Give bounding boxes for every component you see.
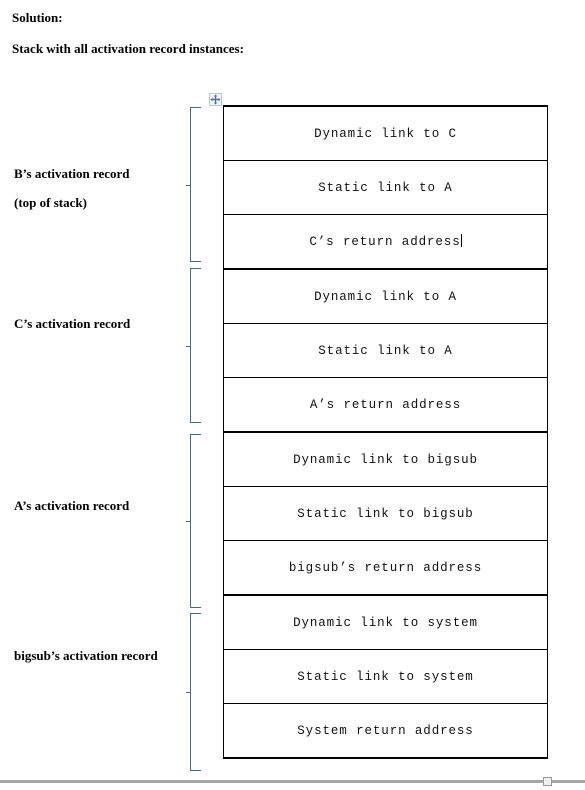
group-label-b-main: B’s activation record: [14, 166, 130, 181]
bracket-nub: [186, 692, 191, 693]
bracket-group-0: [186, 107, 201, 262]
resize-handle-icon[interactable]: [543, 777, 552, 786]
table-row[interactable]: Dynamic link to system: [223, 594, 548, 650]
group-label-bigsub-main: bigsub’s activation record: [14, 648, 158, 663]
table-row[interactable]: Dynamic link to A: [223, 268, 548, 324]
stack-cell[interactable]: Dynamic link to bigsub: [223, 431, 548, 487]
stack-cell-text: Static link to A: [318, 180, 453, 195]
group-label-c-main: C’s activation record: [14, 316, 131, 331]
table-row[interactable]: C’s return address: [223, 214, 548, 270]
bracket-nub: [186, 184, 191, 186]
group-label-bigsub: bigsub’s activation record: [14, 648, 158, 664]
table-row[interactable]: A’s return address: [223, 377, 548, 433]
stack-cell-text: Dynamic link to system: [293, 615, 478, 630]
stack-cell-text: System return address: [297, 723, 474, 738]
stack-cell-text: A’s return address: [309, 397, 462, 412]
group-label-c: C’s activation record: [14, 316, 130, 332]
table-row[interactable]: Dynamic link to bigsub: [223, 431, 548, 487]
stack-cell-text: Dynamic link to C: [314, 126, 457, 141]
group-label-a: A’s activation record: [14, 498, 129, 514]
stack-caption: Stack with all activation record instanc…: [12, 41, 244, 56]
page-bottom-rule: [0, 780, 585, 783]
bracket-nub: [186, 521, 191, 522]
stack-cell-text: Static link to bigsub: [297, 506, 474, 521]
solution-heading: Solution:: [12, 10, 63, 25]
stack-cell-text: Dynamic link to A: [314, 289, 457, 304]
stack-cell[interactable]: Dynamic link to A: [223, 268, 548, 324]
stack-cell[interactable]: Static link to bigsub: [223, 486, 548, 541]
stack-table-body: Dynamic link to C Static link to A C’s r…: [223, 105, 548, 759]
table-row[interactable]: Static link to A: [223, 160, 548, 215]
group-label-b: B’s activation record (top of stack): [14, 166, 130, 211]
stack-cell-text: Static link to system: [297, 669, 474, 684]
stack-cell[interactable]: Dynamic link to system: [223, 594, 548, 650]
stack-cell[interactable]: bigsub’s return address: [223, 540, 548, 596]
stack-cell[interactable]: Static link to A: [223, 160, 548, 215]
stack-cell-text: Dynamic link to bigsub: [293, 452, 478, 467]
activation-record-stack-table: Dynamic link to C Static link to A C’s r…: [223, 105, 548, 759]
stack-cell[interactable]: C’s return address: [223, 214, 548, 270]
bracket-group-2: [186, 434, 201, 608]
bracket-group-1: [186, 268, 201, 423]
text-cursor-caret: [460, 234, 462, 247]
table-row[interactable]: Dynamic link to C: [223, 105, 548, 161]
table-row[interactable]: Static link to bigsub: [223, 486, 548, 541]
stack-cell-text: bigsub’s return address: [288, 560, 483, 575]
stack-cell[interactable]: Static link to system: [223, 649, 548, 704]
stack-cell[interactable]: Static link to A: [223, 323, 548, 378]
table-move-handle-icon[interactable]: [209, 93, 222, 106]
table-row[interactable]: Static link to A: [223, 323, 548, 378]
bracket-nub: [186, 345, 191, 347]
table-row[interactable]: bigsub’s return address: [223, 540, 548, 596]
group-label-a-main: A’s activation record: [14, 498, 130, 513]
bracket-group-3: [186, 613, 201, 771]
table-row[interactable]: Static link to system: [223, 649, 548, 704]
table-row[interactable]: System return address: [223, 703, 548, 759]
stack-cell[interactable]: Dynamic link to C: [223, 105, 548, 161]
stack-cell[interactable]: System return address: [223, 703, 548, 759]
stack-cell[interactable]: A’s return address: [223, 377, 548, 433]
stack-cell-text: Static link to A: [318, 343, 453, 358]
stack-cell-text: C’s return address: [309, 235, 461, 249]
group-label-b-sub: (top of stack): [14, 195, 87, 210]
